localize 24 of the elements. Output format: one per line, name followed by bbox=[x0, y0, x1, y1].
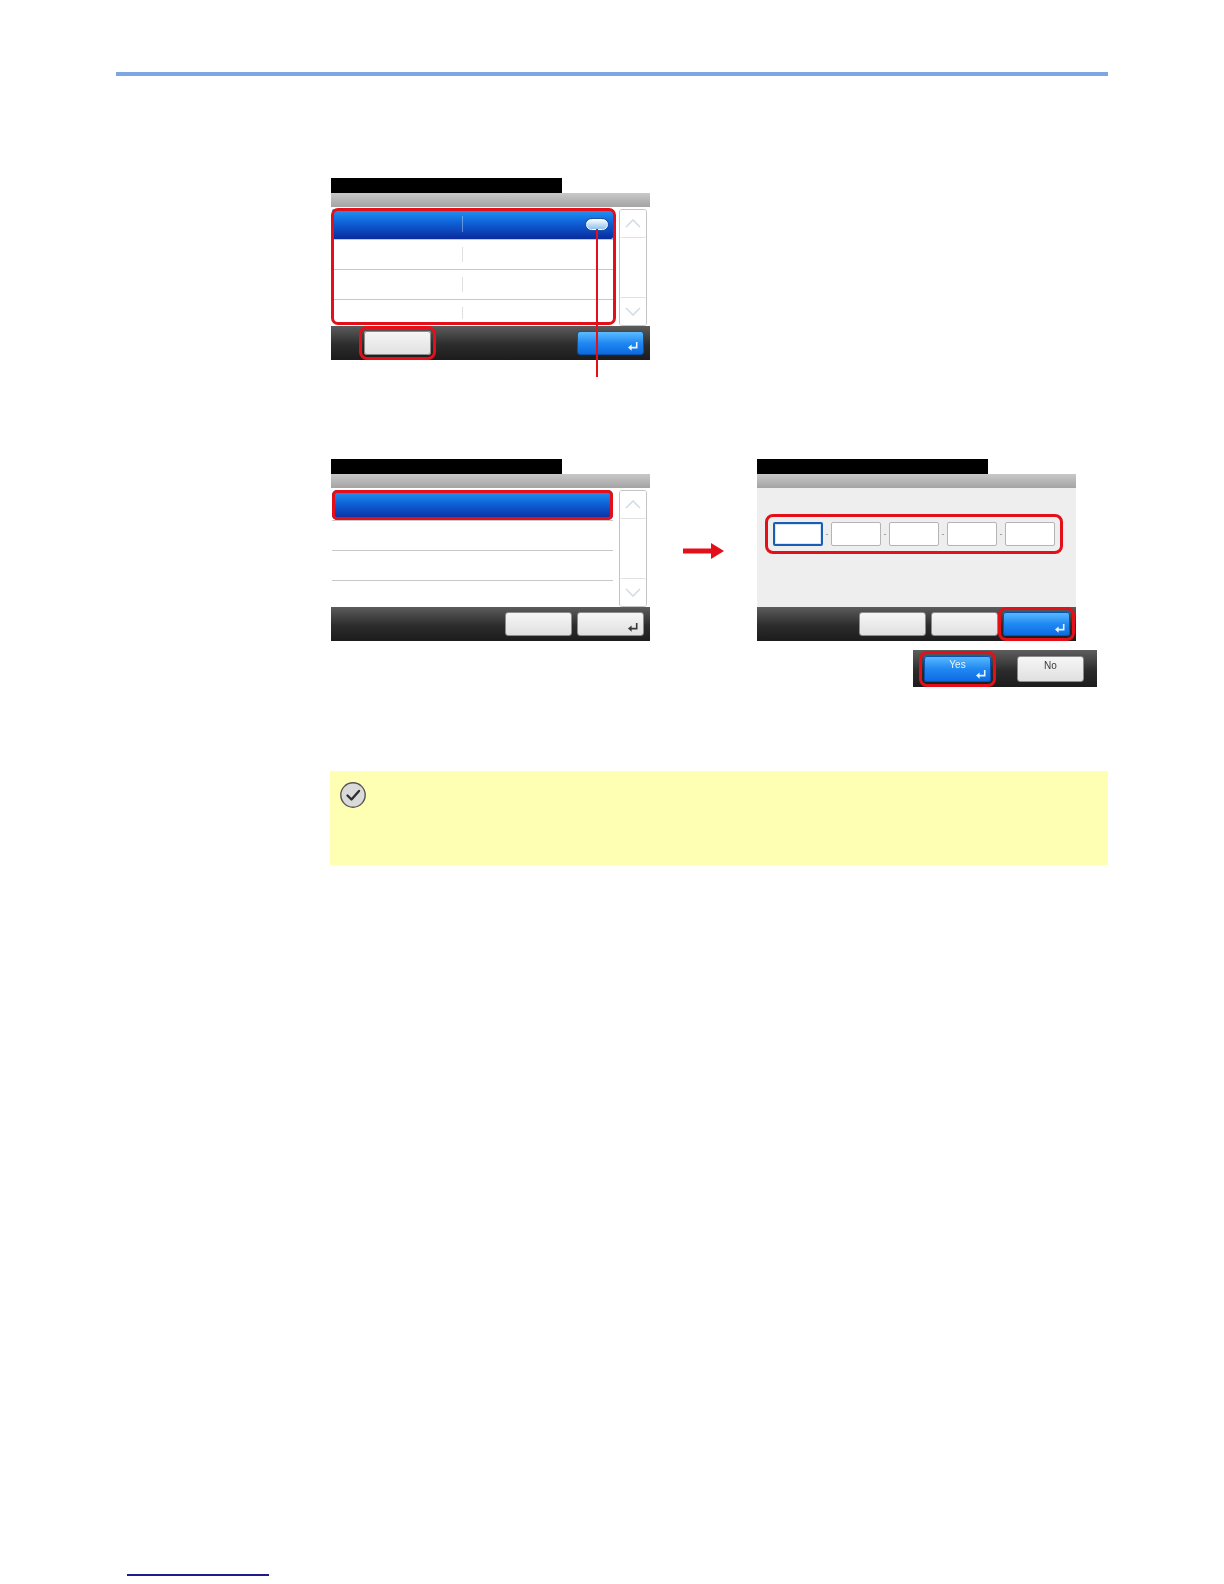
dash-separator: - bbox=[824, 528, 830, 541]
key-button[interactable]: No bbox=[1017, 656, 1084, 682]
detail-button[interactable] bbox=[586, 218, 608, 230]
input-field[interactable] bbox=[889, 522, 939, 546]
enter-button[interactable] bbox=[577, 331, 644, 355]
dash-separator: - bbox=[882, 528, 888, 541]
enter-button[interactable] bbox=[577, 612, 644, 636]
chevron-down-icon bbox=[625, 307, 641, 316]
enter-button[interactable] bbox=[998, 607, 1075, 641]
chevron-up-icon bbox=[625, 500, 641, 509]
dash-separator: - bbox=[998, 528, 1004, 541]
dash-separator: - bbox=[940, 528, 946, 541]
key-button[interactable] bbox=[359, 326, 436, 360]
enter-icon bbox=[628, 342, 638, 351]
input-field[interactable] bbox=[1005, 522, 1055, 546]
enter-icon bbox=[1055, 624, 1065, 633]
chevron-up-icon bbox=[625, 219, 641, 228]
enter-icon bbox=[628, 623, 638, 632]
list-row[interactable] bbox=[332, 209, 613, 239]
chevron-down-icon bbox=[625, 588, 641, 597]
input-field[interactable] bbox=[773, 522, 823, 546]
enter-icon bbox=[976, 670, 986, 679]
input-field[interactable] bbox=[831, 522, 881, 546]
input-field[interactable] bbox=[947, 522, 997, 546]
